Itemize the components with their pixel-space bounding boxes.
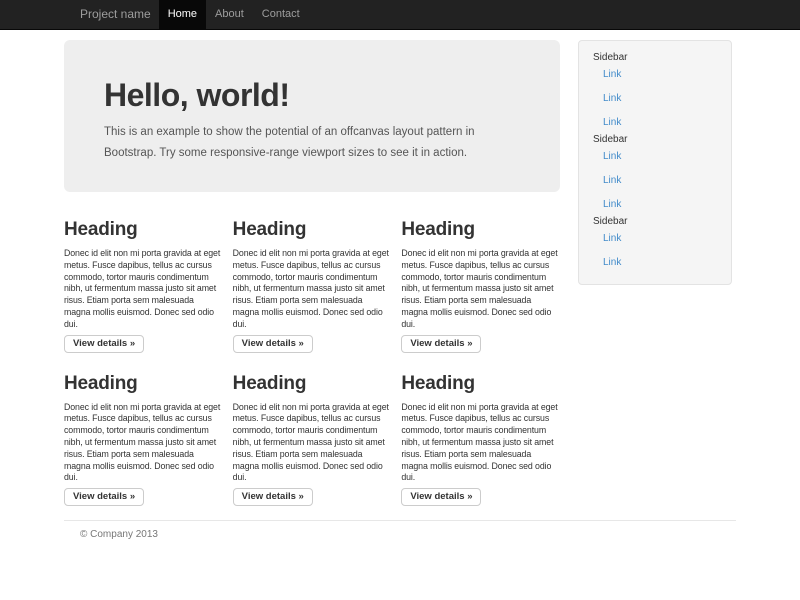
jumbotron: Hello, world! This is an example to show…	[64, 40, 560, 192]
cards-row-1: Heading Donec id elit non mi porta gravi…	[64, 218, 560, 353]
card-heading: Heading	[401, 372, 560, 395]
view-details-button[interactable]: View details »	[233, 335, 313, 353]
card: Heading Donec id elit non mi porta gravi…	[64, 218, 223, 353]
sidebar-group-1: Sidebar Link Link Link	[579, 53, 731, 135]
card-heading: Heading	[401, 218, 560, 241]
card: Heading Donec id elit non mi porta gravi…	[233, 372, 392, 507]
sidebar-link[interactable]: Link	[579, 251, 731, 275]
sidebar-link[interactable]: Link	[579, 169, 731, 193]
nav-link-home[interactable]: Home	[159, 0, 206, 29]
view-details-button[interactable]: View details »	[233, 488, 313, 506]
copyright-text: © Company 2013	[80, 529, 720, 540]
page-container: Hello, world! This is an example to show…	[64, 40, 736, 540]
navbar-brand[interactable]: Project name	[64, 0, 159, 29]
card-body-text: Donec id elit non mi porta gravida at eg…	[401, 402, 560, 485]
sidebar-link[interactable]: Link	[579, 63, 731, 87]
card: Heading Donec id elit non mi porta gravi…	[401, 218, 560, 353]
card: Heading Donec id elit non mi porta gravi…	[401, 372, 560, 507]
sidebar-link[interactable]: Link	[579, 227, 731, 251]
card-body-text: Donec id elit non mi porta gravida at eg…	[233, 402, 392, 485]
sidebar-group-2: Sidebar Link Link Link	[579, 135, 731, 217]
jumbotron-description: This is an example to show the potential…	[104, 122, 520, 164]
cards-row-2: Heading Donec id elit non mi porta gravi…	[64, 372, 560, 507]
card-heading: Heading	[233, 218, 392, 241]
sidebar-group-title: Sidebar	[593, 135, 717, 145]
navbar-menu: Home About Contact	[159, 0, 309, 29]
navbar: Project name Home About Contact	[0, 0, 800, 30]
nav-item-about: About	[206, 0, 253, 29]
sidebar: Sidebar Link Link Link Sidebar Link Link…	[578, 40, 732, 285]
card: Heading Donec id elit non mi porta gravi…	[64, 372, 223, 507]
sidebar-link[interactable]: Link	[579, 193, 731, 217]
page-title: Hello, world!	[104, 76, 520, 114]
view-details-button[interactable]: View details »	[401, 335, 481, 353]
nav-item-contact: Contact	[253, 0, 309, 29]
card-body-text: Donec id elit non mi porta gravida at eg…	[401, 248, 560, 331]
sidebar-link[interactable]: Link	[579, 145, 731, 169]
main-column: Hello, world! This is an example to show…	[64, 40, 560, 506]
navbar-container: Project name Home About Contact	[64, 0, 736, 29]
nav-item-home: Home	[159, 0, 206, 29]
footer: © Company 2013	[64, 520, 736, 540]
card-body-text: Donec id elit non mi porta gravida at eg…	[64, 402, 223, 485]
sidebar-group-title: Sidebar	[593, 53, 717, 63]
sidebar-group-3: Sidebar Link Link	[579, 217, 731, 275]
nav-link-about[interactable]: About	[206, 0, 253, 29]
card: Heading Donec id elit non mi porta gravi…	[233, 218, 392, 353]
sidebar-link[interactable]: Link	[579, 111, 731, 135]
view-details-button[interactable]: View details »	[64, 488, 144, 506]
nav-link-contact[interactable]: Contact	[253, 0, 309, 29]
content-row: Hello, world! This is an example to show…	[64, 40, 736, 506]
sidebar-group-title: Sidebar	[593, 217, 717, 227]
view-details-button[interactable]: View details »	[64, 335, 144, 353]
card-heading: Heading	[64, 218, 223, 241]
card-heading: Heading	[64, 372, 223, 395]
card-heading: Heading	[233, 372, 392, 395]
card-body-text: Donec id elit non mi porta gravida at eg…	[233, 248, 392, 331]
page: Project name Home About Contact Hello, w…	[0, 0, 800, 600]
card-body-text: Donec id elit non mi porta gravida at eg…	[64, 248, 223, 331]
sidebar-link[interactable]: Link	[579, 87, 731, 111]
view-details-button[interactable]: View details »	[401, 488, 481, 506]
